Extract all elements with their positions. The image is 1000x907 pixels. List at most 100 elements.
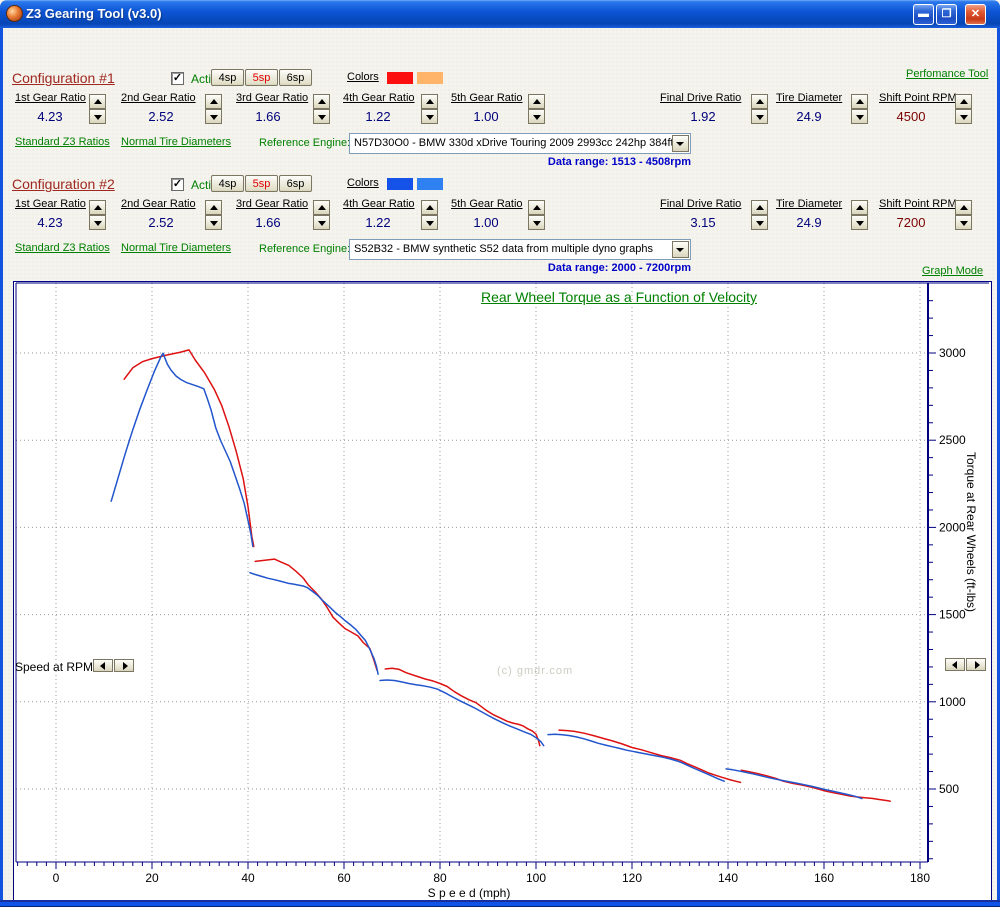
spinner-up-icon[interactable] bbox=[89, 200, 106, 215]
config1-spinner-3 bbox=[313, 94, 330, 124]
config2-4sp-button[interactable]: 4sp bbox=[211, 175, 244, 192]
config1-spinner-5 bbox=[528, 94, 545, 124]
config1-color-swatch-1[interactable] bbox=[387, 72, 413, 84]
spinner-up-icon[interactable] bbox=[421, 94, 438, 109]
config2-color-swatch-1[interactable] bbox=[387, 178, 413, 190]
config2-spinner-7 bbox=[851, 200, 868, 230]
svg-text:60: 60 bbox=[337, 871, 351, 885]
spinner-up-icon[interactable] bbox=[313, 94, 330, 109]
spinner-up-icon[interactable] bbox=[205, 94, 222, 109]
config1-colors-label[interactable]: Colors bbox=[347, 71, 379, 83]
config1-tire-diameters-link[interactable]: Normal Tire Diameters bbox=[121, 136, 231, 148]
spinner-down-icon[interactable] bbox=[205, 215, 222, 230]
spinner-down-icon[interactable] bbox=[313, 109, 330, 124]
config1-6sp-button[interactable]: 6sp bbox=[279, 69, 312, 86]
speed-rpm-left-arrow-icon[interactable] bbox=[93, 659, 113, 672]
config2-reference-engine-label: Reference Engine: bbox=[259, 243, 351, 255]
spinner-down-icon[interactable] bbox=[528, 109, 545, 124]
config1-color-swatch-2[interactable] bbox=[417, 72, 443, 84]
spinner-up-icon[interactable] bbox=[955, 94, 972, 109]
spinner-down-icon[interactable] bbox=[313, 215, 330, 230]
svg-text:140: 140 bbox=[718, 871, 738, 885]
config2-field-label-7[interactable]: Tire Diameter bbox=[776, 198, 842, 210]
config1-field-label-6[interactable]: Final Drive Ratio bbox=[660, 92, 741, 104]
spinner-down-icon[interactable] bbox=[205, 109, 222, 124]
bottom-right-right-arrow-icon[interactable] bbox=[966, 658, 986, 671]
spinner-down-icon[interactable] bbox=[528, 215, 545, 230]
config2-5sp-button[interactable]: 5sp bbox=[245, 175, 278, 192]
spinner-down-icon[interactable] bbox=[421, 109, 438, 124]
spinner-up-icon[interactable] bbox=[205, 200, 222, 215]
config1-field-label-3[interactable]: 3rd Gear Ratio bbox=[236, 92, 308, 104]
spinner-down-icon[interactable] bbox=[421, 215, 438, 230]
spinner-down-icon[interactable] bbox=[89, 109, 106, 124]
spinner-up-icon[interactable] bbox=[751, 94, 768, 109]
config2-field-value-3: 1.66 bbox=[255, 215, 281, 230]
graph-mode-link[interactable]: Graph Mode bbox=[922, 265, 983, 277]
minimize-button-icon[interactable]: ▬ bbox=[913, 4, 934, 25]
config2-active-checkbox[interactable]: ✓ bbox=[171, 178, 184, 191]
spinner-up-icon[interactable] bbox=[528, 94, 545, 109]
config1-standard-ratios-link[interactable]: Standard Z3 Ratios bbox=[15, 136, 110, 148]
config2-field-label-1[interactable]: 1st Gear Ratio bbox=[15, 198, 86, 210]
maximize-button-icon[interactable]: ❒ bbox=[936, 4, 957, 25]
spinner-down-icon[interactable] bbox=[851, 109, 868, 124]
config1-field-value-8: 4500 bbox=[896, 109, 926, 124]
config1-5sp-button[interactable]: 5sp bbox=[245, 69, 278, 86]
config2-field-label-8[interactable]: Shift Point RPM : bbox=[879, 198, 963, 210]
spinner-down-icon[interactable] bbox=[955, 215, 972, 230]
config2-field-value-2: 2.52 bbox=[148, 215, 174, 230]
config2-tire-diameters-link[interactable]: Normal Tire Diameters bbox=[121, 242, 231, 254]
config2-engine-value: S52B32 - BMW synthetic S52 data from mul… bbox=[354, 243, 653, 255]
config1-engine-dropdown[interactable]: N57D30O0 - BMW 330d xDrive Touring 2009 … bbox=[349, 133, 691, 154]
spinner-down-icon[interactable] bbox=[89, 215, 106, 230]
speed-rpm-right-arrow-icon[interactable] bbox=[114, 659, 134, 672]
config2-engine-dropdown-arrow-icon[interactable] bbox=[672, 241, 689, 258]
spinner-up-icon[interactable] bbox=[313, 200, 330, 215]
config1-4sp-button[interactable]: 4sp bbox=[211, 69, 244, 86]
spinner-up-icon[interactable] bbox=[851, 94, 868, 109]
config2-field-label-4[interactable]: 4th Gear Ratio bbox=[343, 198, 415, 210]
config1-title[interactable]: Configuration #1 bbox=[12, 70, 115, 86]
config1-field-label-2[interactable]: 2nd Gear Ratio bbox=[121, 92, 196, 104]
config2-colors-label[interactable]: Colors bbox=[347, 177, 379, 189]
config2-field-label-3[interactable]: 3rd Gear Ratio bbox=[236, 198, 308, 210]
svg-text:40: 40 bbox=[241, 871, 255, 885]
config1-active-checkbox[interactable]: ✓ bbox=[171, 72, 184, 85]
config2-color-swatch-2[interactable] bbox=[417, 178, 443, 190]
app-window: Z3 Gearing Tool (v3.0) ▬ ❒ ✕ Configurati… bbox=[0, 0, 1000, 907]
svg-text:1000: 1000 bbox=[939, 695, 966, 709]
config2-engine-dropdown[interactable]: S52B32 - BMW synthetic S52 data from mul… bbox=[349, 239, 691, 260]
spinner-down-icon[interactable] bbox=[851, 215, 868, 230]
config2-spinner-8 bbox=[955, 200, 972, 230]
spinner-down-icon[interactable] bbox=[751, 215, 768, 230]
spinner-up-icon[interactable] bbox=[421, 200, 438, 215]
bottom-right-left-arrow-icon[interactable] bbox=[945, 658, 965, 671]
config2-field-label-6[interactable]: Final Drive Ratio bbox=[660, 198, 741, 210]
spinner-up-icon[interactable] bbox=[528, 200, 545, 215]
spinner-down-icon[interactable] bbox=[751, 109, 768, 124]
config1-field-label-1[interactable]: 1st Gear Ratio bbox=[15, 92, 86, 104]
config2-field-label-2[interactable]: 2nd Gear Ratio bbox=[121, 198, 196, 210]
config1-field-label-4[interactable]: 4th Gear Ratio bbox=[343, 92, 415, 104]
config1-field-label-8[interactable]: Shift Point RPM : bbox=[879, 92, 963, 104]
config2-spinner-1 bbox=[89, 200, 106, 230]
config2-standard-ratios-link[interactable]: Standard Z3 Ratios bbox=[15, 242, 110, 254]
config1-field-label-7[interactable]: Tire Diameter bbox=[776, 92, 842, 104]
config2-6sp-button[interactable]: 6sp bbox=[279, 175, 312, 192]
spinner-up-icon[interactable] bbox=[851, 200, 868, 215]
window-border-left bbox=[0, 28, 3, 907]
spinner-up-icon[interactable] bbox=[955, 200, 972, 215]
config1-engine-dropdown-arrow-icon[interactable] bbox=[672, 135, 689, 152]
spinner-down-icon[interactable] bbox=[955, 109, 972, 124]
config2-field-label-5[interactable]: 5th Gear Ratio bbox=[451, 198, 523, 210]
performance-tool-link[interactable]: Perfomance Tool bbox=[906, 68, 988, 80]
config1-field-label-5[interactable]: 5th Gear Ratio bbox=[451, 92, 523, 104]
spinner-up-icon[interactable] bbox=[89, 94, 106, 109]
close-button-icon[interactable]: ✕ bbox=[965, 4, 986, 25]
svg-text:100: 100 bbox=[526, 871, 546, 885]
title-bar[interactable]: Z3 Gearing Tool (v3.0) ▬ ❒ ✕ bbox=[0, 0, 1000, 28]
spinner-up-icon[interactable] bbox=[751, 200, 768, 215]
config2-spinner-4 bbox=[421, 200, 438, 230]
config2-title[interactable]: Configuration #2 bbox=[12, 176, 115, 192]
